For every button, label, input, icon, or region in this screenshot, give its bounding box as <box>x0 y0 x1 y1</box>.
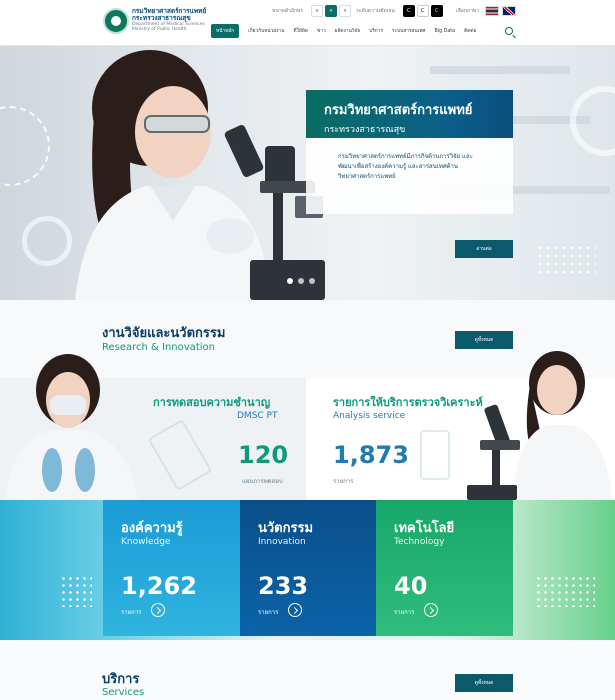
technology-subtitle: Technology <box>394 537 445 547</box>
knowledge-unit: รายการ <box>121 609 142 616</box>
arrow-right-icon[interactable] <box>424 603 438 617</box>
analysis-subtitle: Analysis service <box>333 411 406 421</box>
pt-subtitle: DMSC PT <box>237 411 278 421</box>
font-size-small-button[interactable]: ก <box>310 5 323 17</box>
services-view-all-button[interactable]: ดูทั้งหมด <box>455 674 513 692</box>
slider-dot[interactable] <box>298 278 304 284</box>
dmsc-logo[interactable] <box>103 8 129 34</box>
page: กรมวิทยาศาสตร์การแพทย์ กระทรวงสาธารณสุข … <box>0 0 615 700</box>
pt-count: 120 <box>238 441 289 469</box>
language-control: เลือกภาษา <box>456 5 517 17</box>
scientist-with-microscope-right-image <box>467 351 612 500</box>
slider-dot-active[interactable] <box>287 278 293 284</box>
brand-text[interactable]: กรมวิทยาศาสตร์การแพทย์ กระทรวงสาธารณสุข … <box>132 8 206 33</box>
slider-dots <box>287 278 315 284</box>
dot-pattern <box>60 575 92 607</box>
analysis-count: 1,873 <box>333 441 409 469</box>
technology-count: 40 <box>394 572 428 600</box>
language-label: เลือกภาษา <box>456 8 480 14</box>
slider-dot[interactable] <box>309 278 315 284</box>
analysis-title: รายการให้บริการตรวจวิเคราะห์ <box>333 396 483 409</box>
nav-item-3[interactable]: ที่ให้ผิด <box>293 27 308 35</box>
dot-pattern <box>535 575 595 607</box>
dot-pattern <box>536 244 596 276</box>
read-more-button[interactable]: อ่านต่อ <box>455 240 513 258</box>
nav-information-systems[interactable]: ระบบสารสนเทศ <box>392 27 426 35</box>
innovation-unit: รายการ <box>258 609 279 616</box>
innovation-tile[interactable]: นวัตกรรม Innovation 233 รายการ <box>240 500 377 636</box>
contrast-control: ระดับความชัดเจน C C C <box>356 5 443 17</box>
arrow-right-icon[interactable] <box>288 603 302 617</box>
nav-big-data[interactable]: Big Data <box>434 29 455 34</box>
hero-title-panel: กรมวิทยาศาสตร์การแพทย์ กระทรวงสาธารณสุข <box>306 90 513 138</box>
uk-flag-icon[interactable] <box>502 6 517 16</box>
nav-services[interactable]: บริการ <box>369 27 383 35</box>
innovation-title: นวัตกรรม <box>258 521 314 536</box>
technology-tile[interactable]: เทคโนโลยี Technology 40 รายการ <box>376 500 513 636</box>
hero-desc-line: วิทยาศาสตร์การแพทย์ <box>338 173 396 180</box>
hero-subtitle: กระทรวงสาธารณสุข <box>324 125 406 135</box>
search-icon[interactable] <box>505 27 513 35</box>
nav-contact[interactable]: ติดต่อ <box>464 27 476 35</box>
font-size-control: ขนาดตัวอักษร ก ก ก <box>272 5 351 17</box>
services-section <box>0 640 615 700</box>
font-size-label: ขนาดตัวอักษร <box>272 8 303 14</box>
services-subtitle: Services <box>102 687 145 698</box>
pt-title: การทดสอบความชำนาญ <box>153 396 271 409</box>
hero-description: กรมวิทยาศาสตร์การแพทย์มีภารกิจด้านการวิจ… <box>338 152 514 182</box>
nav-research[interactable]: ผลิตงานวิจัย <box>335 27 361 35</box>
innovation-count: 233 <box>258 572 309 600</box>
lab-shelf <box>430 66 570 74</box>
nav-news[interactable]: ข่าว <box>317 27 326 35</box>
nav-about[interactable]: เกี่ยวกับหน่วยงาน <box>248 27 284 35</box>
research-section-title: งานวิจัยและนวัตกรรม <box>102 326 226 341</box>
services-title: บริการ <box>102 672 140 687</box>
hero-title: กรมวิทยาศาสตร์การแพทย์ <box>324 103 473 118</box>
scientist-with-microscope-image <box>75 50 325 300</box>
contrast-label: ระดับความชัดเจน <box>356 8 395 14</box>
thai-flag-icon[interactable] <box>485 6 500 16</box>
decorative-circle <box>0 106 50 186</box>
hero-desc-line: กรมวิทยาศาสตร์การแพทย์มีภารกิจด้านการวิจ… <box>338 153 473 160</box>
font-size-large-button[interactable]: ก <box>338 5 351 17</box>
contrast-dark-button[interactable]: C <box>402 5 415 17</box>
main-nav: หน้าหลัก เกี่ยวกับหน่วยงาน ที่ให้ผิด ข่า… <box>211 24 485 38</box>
hero-desc-line: พัฒนาเพื่อสร้างองค์ความรู้ และสารสนเทศด้… <box>338 163 458 170</box>
knowledge-count: 1,262 <box>121 572 197 600</box>
innovation-subtitle: Innovation <box>258 537 306 547</box>
arrow-right-icon[interactable] <box>151 603 165 617</box>
microscope-illustration <box>420 430 450 480</box>
knowledge-title: องค์ความรู้ <box>121 521 183 536</box>
knowledge-subtitle: Knowledge <box>121 537 171 547</box>
nav-home[interactable]: หน้าหลัก <box>211 24 240 38</box>
pt-unit: แผนการทดสอบ <box>242 478 283 485</box>
analysis-unit: รายการ <box>333 478 354 485</box>
font-size-medium-button[interactable]: ก <box>324 5 337 17</box>
decorative-circle <box>570 86 615 156</box>
contrast-yellow-button[interactable]: C <box>430 5 443 17</box>
ministry-name-th: กระทรวงสาธารณสุข <box>132 14 191 22</box>
technology-unit: รายการ <box>394 609 415 616</box>
ministry-name-en: Ministry of Public Health <box>132 27 187 32</box>
site-header: กรมวิทยาศาสตร์การแพทย์ กระทรวงสาธารณสุข … <box>0 0 615 46</box>
masked-scientist-image <box>5 354 138 500</box>
technology-title: เทคโนโลยี <box>394 521 455 536</box>
contrast-light-button[interactable]: C <box>416 5 429 17</box>
knowledge-tile[interactable]: องค์ความรู้ Knowledge 1,262 รายการ <box>103 500 240 636</box>
